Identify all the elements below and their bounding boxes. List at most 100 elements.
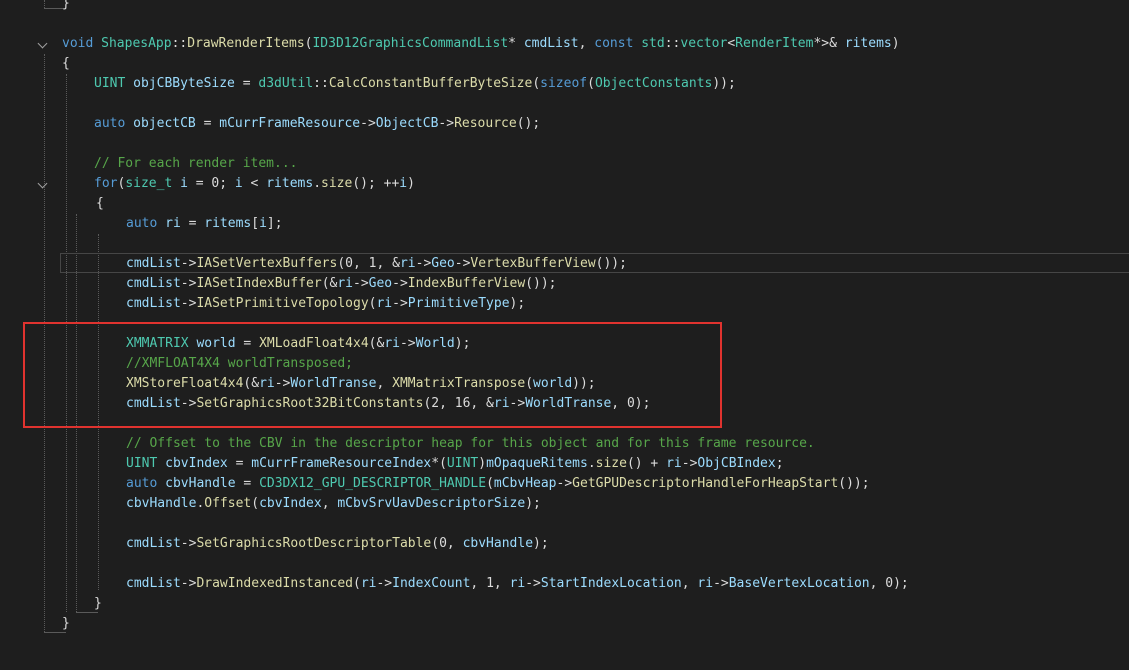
- code-token: UINT: [126, 456, 166, 471]
- code-line[interactable]: [0, 234, 1129, 254]
- code-text: cmdList->SetGraphicsRootDescriptorTable(…: [126, 534, 549, 554]
- code-token: ());: [838, 476, 870, 491]
- code-token: RenderItem: [735, 36, 814, 51]
- code-token: *>&: [813, 36, 845, 51]
- code-token: cbvHandle: [126, 496, 197, 511]
- code-token: ::: [313, 76, 329, 91]
- code-token: }: [62, 616, 70, 631]
- code-text: cmdList->DrawIndexedInstanced(ri->IndexC…: [126, 574, 909, 594]
- code-token: ::: [664, 36, 681, 51]
- code-token: void: [62, 36, 102, 51]
- code-text: cbvHandle.Offset(cbvIndex, mCbvSrvUavDes…: [126, 494, 541, 514]
- code-token: ->: [180, 276, 197, 291]
- code-line[interactable]: {: [0, 194, 1129, 214]
- code-token: std: [641, 36, 665, 51]
- fold-chevron-icon[interactable]: [34, 34, 52, 54]
- code-line[interactable]: }: [0, 594, 1129, 614]
- code-token: (: [587, 76, 595, 91]
- code-line[interactable]: cmdList->DrawIndexedInstanced(ri->IndexC…: [0, 574, 1129, 594]
- code-token: auto: [126, 216, 166, 231]
- fold-chevron-icon[interactable]: [34, 174, 52, 194]
- code-token: Offset: [204, 496, 252, 511]
- code-token: auto: [94, 116, 134, 131]
- code-text: void ShapesApp::DrawRenderItems(ID3D12Gr…: [62, 34, 900, 54]
- code-token: *(: [431, 456, 447, 471]
- code-token: );: [525, 496, 541, 511]
- code-token: *: [508, 36, 524, 51]
- code-text: auto ri = ritems[i];: [126, 214, 283, 234]
- code-token: ritems: [844, 36, 892, 51]
- code-line[interactable]: cmdList->IASetVertexBuffers(0, 1, &ri->G…: [0, 254, 1129, 274]
- code-line[interactable]: [0, 554, 1129, 574]
- code-token: {: [96, 196, 104, 211]
- code-token: size_t: [125, 176, 181, 191]
- code-token: ());: [595, 256, 627, 271]
- code-token: (: [532, 76, 541, 91]
- code-line[interactable]: UINT cbvIndex = mCurrFrameResourceIndex*…: [0, 454, 1129, 474]
- code-token: ;: [775, 456, 784, 471]
- code-editor[interactable]: } void ShapesApp::DrawRenderItems(ID3D12G…: [0, 0, 1129, 670]
- code-token: <: [242, 176, 267, 191]
- code-token: ->: [415, 256, 432, 271]
- code-line[interactable]: }: [0, 0, 1129, 14]
- code-text: // Offset to the CBV in the descriptor h…: [126, 434, 815, 454]
- code-token: cmdList: [126, 576, 181, 591]
- code-token: ri: [509, 576, 526, 591]
- code-token: ri: [165, 216, 181, 231]
- code-line[interactable]: auto cbvHandle = CD3DX12_GPU_DESCRIPTOR_…: [0, 474, 1129, 494]
- code-token: }: [62, 0, 70, 11]
- code-token: ->: [438, 116, 455, 131]
- code-token: ->: [180, 536, 197, 551]
- code-token: .: [313, 176, 322, 191]
- code-line[interactable]: [0, 94, 1129, 114]
- code-token: ): [891, 36, 900, 51]
- code-line[interactable]: cmdList->IASetIndexBuffer(&ri->Geo->Inde…: [0, 274, 1129, 294]
- code-token: ObjectCB: [375, 116, 439, 131]
- code-line[interactable]: cbvHandle.Offset(cbvIndex, mCbvSrvUavDes…: [0, 494, 1129, 514]
- code-line[interactable]: [0, 14, 1129, 34]
- code-line[interactable]: {: [0, 54, 1129, 74]
- code-token: ->: [360, 116, 376, 131]
- code-line[interactable]: [0, 514, 1129, 534]
- code-token: );: [533, 536, 549, 551]
- code-token: .: [587, 456, 596, 471]
- code-text: }: [62, 614, 70, 634]
- code-text: UINT cbvIndex = mCurrFrameResourceIndex*…: [126, 454, 784, 474]
- code-line[interactable]: // For each render item...: [0, 154, 1129, 174]
- code-token: BaseVertexLocation: [728, 576, 870, 591]
- code-token: cbvHandle: [462, 536, 534, 551]
- code-line[interactable]: cmdList->IASetPrimitiveTopology(ri->Prim…: [0, 294, 1129, 314]
- code-token: ::: [171, 36, 188, 51]
- code-text: {: [62, 54, 70, 74]
- code-line[interactable]: cmdList->SetGraphicsRootDescriptorTable(…: [0, 534, 1129, 554]
- code-token: (: [251, 496, 260, 511]
- code-line[interactable]: UINT objCBByteSize = d3dUtil::CalcConsta…: [0, 74, 1129, 94]
- code-token: IndexBufferView: [407, 276, 526, 291]
- code-token: cbvHandle: [165, 476, 236, 491]
- code-token: ri: [697, 576, 714, 591]
- code-token: StartIndexLocation: [540, 576, 682, 591]
- code-text: auto cbvHandle = CD3DX12_GPU_DESCRIPTOR_…: [126, 474, 870, 494]
- code-token: i: [259, 216, 267, 231]
- code-token: mCbvHeap: [493, 476, 557, 491]
- code-line[interactable]: // Offset to the CBV in the descriptor h…: [0, 434, 1129, 454]
- code-token: ritems: [266, 176, 314, 191]
- code-token: [: [251, 216, 260, 231]
- code-token: (: [486, 476, 494, 491]
- code-token: Resource: [454, 116, 517, 131]
- code-line[interactable]: for(size_t i = 0; i < ritems.size(); ++i…: [0, 174, 1129, 194]
- code-token: DrawRenderItems: [187, 36, 305, 51]
- code-token: ri: [399, 256, 416, 271]
- code-line[interactable]: void ShapesApp::DrawRenderItems(ID3D12Gr…: [0, 34, 1129, 54]
- code-token: cmdList: [126, 276, 181, 291]
- code-line[interactable]: auto objectCB = mCurrFrameResource->Obje…: [0, 114, 1129, 134]
- code-line[interactable]: auto ri = ritems[i];: [0, 214, 1129, 234]
- code-text: }: [94, 594, 102, 614]
- code-token: objCBByteSize: [133, 76, 235, 91]
- code-token: (&: [321, 276, 338, 291]
- code-token: ->: [681, 456, 698, 471]
- code-token: UINT: [446, 456, 479, 471]
- code-token: ());: [525, 276, 557, 291]
- code-line[interactable]: }: [0, 614, 1129, 634]
- code-line[interactable]: [0, 134, 1129, 154]
